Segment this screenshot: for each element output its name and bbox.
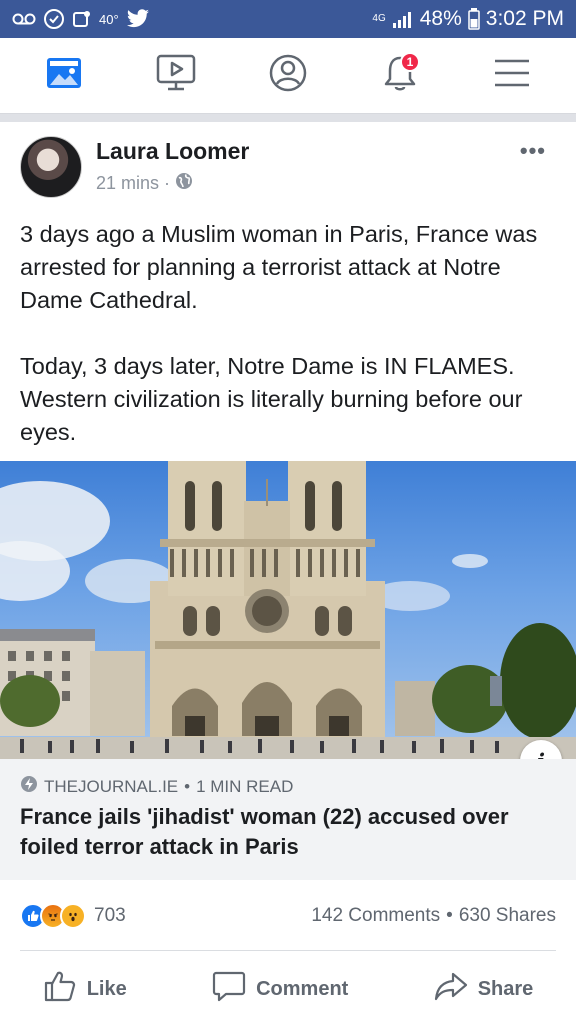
link-preview-box[interactable]: THEJOURNAL.IE • 1 MIN READ France jails … — [0, 759, 576, 880]
meta-separator: · — [164, 173, 171, 193]
share-arrow-icon — [434, 970, 468, 1008]
post-meta: 21 mins · — [96, 172, 193, 195]
post-paragraph: Today, 3 days later, Notre Dame is IN FL… — [20, 353, 523, 445]
reaction-count[interactable]: 703 — [94, 905, 126, 927]
status-right: 4G 48% 3:02 PM — [372, 7, 564, 31]
profile-icon — [268, 53, 308, 98]
top-nav-bar: 1 — [0, 38, 576, 114]
post-paragraph: 3 days ago a Muslim woman in Paris, Fran… — [20, 221, 538, 313]
link-separator: • — [184, 776, 191, 796]
notification-badge: 1 — [400, 51, 420, 72]
like-label: Like — [86, 977, 127, 1000]
comment-count[interactable]: 142 Comments — [311, 905, 440, 927]
share-count[interactable]: 630 Shares — [459, 905, 556, 927]
network-type: 4G — [372, 13, 386, 24]
globe-icon — [175, 172, 193, 195]
share-button[interactable]: Share — [434, 970, 534, 1008]
temperature: 40° — [99, 11, 119, 27]
link-source: THEJOURNAL.IE • 1 MIN READ — [20, 775, 556, 798]
reaction-icons[interactable] — [20, 903, 86, 929]
post-header: Laura Loomer 21 mins · ••• — [20, 136, 556, 202]
post-actions: Like Comment Share — [0, 962, 576, 1016]
link-preview-image[interactable] — [0, 461, 576, 759]
avatar[interactable] — [20, 136, 82, 198]
status-bar: 40° 4G 48% 3:02 PM — [0, 0, 576, 38]
feed-post: Laura Loomer 21 mins · ••• 3 days ago a … — [0, 122, 576, 1024]
notification-icon — [72, 9, 92, 29]
post-more-button[interactable]: ••• — [520, 138, 546, 164]
nav-notifications[interactable]: 1 — [370, 46, 430, 106]
count-separator: • — [446, 905, 453, 926]
twitter-icon — [126, 9, 150, 29]
link-domain: THEJOURNAL.IE — [44, 776, 179, 796]
post-text: 3 days ago a Muslim woman in Paris, Fran… — [20, 218, 550, 482]
comment-icon — [212, 970, 246, 1008]
thumbs-up-icon — [43, 970, 77, 1008]
nav-watch[interactable] — [146, 46, 206, 106]
video-icon — [156, 54, 196, 97]
action-divider — [20, 950, 556, 951]
comment-label: Comment — [256, 977, 349, 1000]
nav-news-feed[interactable] — [34, 46, 94, 106]
reactions-row: 703 142 Comments • 630 Shares — [20, 898, 556, 934]
post-time[interactable]: 21 mins — [96, 173, 159, 194]
clock: 3:02 PM — [485, 7, 564, 30]
like-button[interactable]: Like — [43, 970, 127, 1008]
comment-button[interactable]: Comment — [212, 970, 348, 1008]
engagement-counts: 142 Comments • 630 Shares — [311, 905, 556, 927]
battery-percent: 48% — [419, 7, 462, 30]
feed-divider — [0, 114, 576, 122]
instant-article-icon — [20, 775, 38, 798]
nav-menu[interactable] — [482, 46, 542, 106]
link-title[interactable]: France jails 'jihadist' woman (22) accus… — [20, 802, 556, 862]
voicemail-icon — [12, 12, 36, 26]
whatsapp-icon — [43, 8, 65, 30]
share-label: Share — [477, 977, 534, 1000]
post-author[interactable]: Laura Loomer — [96, 138, 249, 165]
wow-reaction-icon — [60, 903, 86, 929]
link-read-time: 1 MIN READ — [196, 776, 294, 796]
signal-icon — [392, 10, 414, 28]
news-feed-icon — [45, 56, 83, 95]
nav-profile[interactable] — [258, 46, 318, 106]
battery-icon — [468, 8, 480, 30]
status-left-icons: 40° — [12, 8, 150, 30]
hamburger-menu-icon — [493, 58, 531, 93]
